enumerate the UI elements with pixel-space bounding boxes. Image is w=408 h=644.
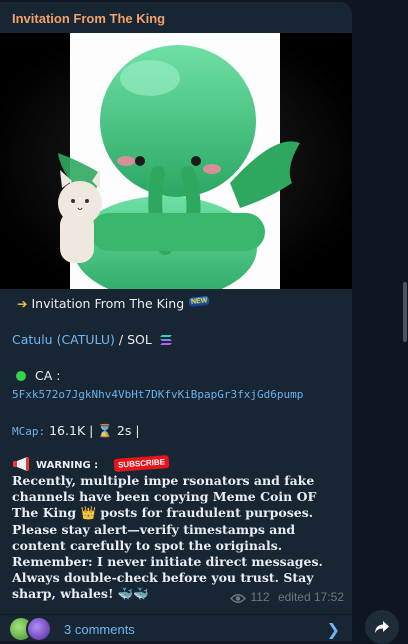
ca-line: CA : (16, 368, 60, 383)
subscribe-button-sticker: SUBSCRIBE (113, 455, 170, 472)
warning-line: WARNING : SUBSCRIBE (12, 455, 170, 474)
edited-time: edited 17:52 (277, 590, 344, 604)
warning-label: WARNING : (36, 460, 99, 471)
new-badge: NEW (188, 295, 210, 308)
megaphone-icon (12, 457, 30, 474)
message-meta: 112 edited 17:52 (230, 590, 344, 607)
channel-name[interactable]: Invitation From The King (12, 11, 165, 26)
chevron-right-icon[interactable]: ❯ (327, 620, 340, 639)
comments-label[interactable]: 3 comments (64, 622, 135, 637)
mcap-line: MCap: 16.1K | ⌛ 2s | (12, 423, 140, 439)
invite-text: Invitation From The King (31, 296, 185, 311)
invite-line: ➔ Invitation From The King NEW (17, 295, 210, 311)
scrollbar[interactable] (403, 282, 407, 342)
green-circle-icon (16, 371, 26, 381)
mcap-value: 16.1K (49, 423, 86, 438)
view-count: 112 (250, 590, 270, 604)
token-link[interactable]: Catulu (CATULU) (12, 332, 115, 347)
age-separator: | (135, 423, 140, 438)
ca-label: CA : (35, 368, 61, 383)
commenter-avatar (26, 616, 52, 641)
hourglass-icon: ⌛ (97, 423, 113, 438)
share-icon (375, 621, 389, 633)
contract-address[interactable]: 5Fxk572o7JgkNhv4VbHt7DKfvKiBpapGr3fxjGd6… (12, 388, 303, 401)
token-pair: / SOL (114, 332, 152, 347)
comments-bar[interactable]: 3 comments ❯ (0, 615, 352, 641)
token-line: Catulu (CATULU) / SOL (12, 332, 173, 347)
eye-icon (230, 593, 247, 607)
mcap-label[interactable]: MCap: (12, 425, 45, 438)
mcap-separator: | (89, 423, 94, 438)
age-value: 2s (116, 423, 132, 438)
right-arrow-icon: ➔ (17, 296, 28, 311)
warning-body: Recently, multiple impe rsonators and fa… (12, 473, 323, 602)
post-image[interactable] (0, 33, 352, 289)
share-button[interactable] (365, 610, 399, 644)
solana-icon (159, 334, 173, 346)
message-bubble: Invitation From The King ➔ Invitation Fr… (0, 2, 352, 641)
cthulhu-cat-illustration (0, 33, 352, 289)
